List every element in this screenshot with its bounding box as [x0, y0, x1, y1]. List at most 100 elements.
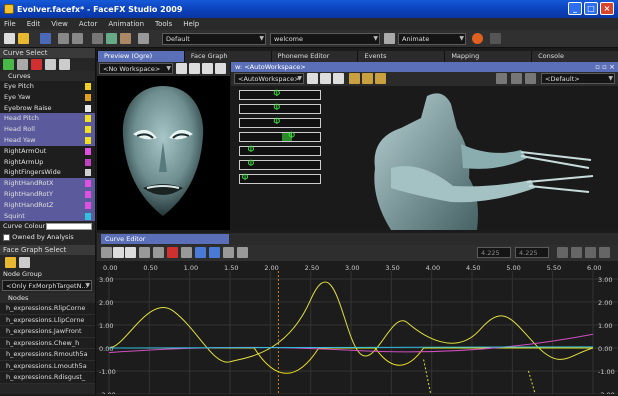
- open-folder-icon[interactable]: [18, 33, 29, 44]
- copy-icon[interactable]: [45, 59, 56, 70]
- menu-file[interactable]: File: [4, 20, 16, 28]
- preview-tool-icon[interactable]: [176, 63, 187, 74]
- tab-face-graph[interactable]: Face Graph: [183, 51, 271, 62]
- workspace-tool-icon[interactable]: [307, 73, 318, 84]
- slider-knob[interactable]: Φ: [241, 173, 248, 183]
- time-field-2[interactable]: 4.225: [515, 247, 549, 258]
- toolbar-icon[interactable]: [120, 33, 131, 44]
- record-icon[interactable]: [472, 33, 483, 44]
- toolbar-icon[interactable]: [92, 33, 103, 44]
- curve-item[interactable]: Squint: [0, 210, 95, 221]
- node-item[interactable]: h_expressions.Lmouth5a: [0, 360, 95, 372]
- workspace-tool-icon[interactable]: [511, 73, 522, 84]
- workspace-slider[interactable]: Φ: [239, 131, 321, 142]
- curve-tool-icon[interactable]: [585, 247, 596, 258]
- maximize-button[interactable]: □: [584, 2, 598, 15]
- curve-tool-icon[interactable]: [599, 247, 610, 258]
- toolbar-icon[interactable]: [490, 33, 501, 44]
- curve-graph-canvas[interactable]: 0.00 0.50 1.00 1.50 2.00 2.50 3.00 3.50 4.00 4.50…: [97, 261, 618, 396]
- curve-tool-icon[interactable]: [139, 247, 150, 258]
- node-item[interactable]: h_expressions.LlipCorne: [0, 314, 95, 326]
- workspace-tool-icon[interactable]: [362, 73, 373, 84]
- menu-edit[interactable]: Edit: [27, 20, 41, 28]
- tab-phoneme-editor[interactable]: Phoneme Editor: [270, 51, 358, 62]
- slider-knob[interactable]: Φ: [247, 159, 254, 169]
- curve-item[interactable]: Head Pitch: [0, 113, 95, 125]
- new-file-icon[interactable]: [4, 33, 15, 44]
- play-icon[interactable]: [384, 33, 395, 44]
- tab-console[interactable]: Console: [531, 51, 618, 62]
- curve-tool-icon[interactable]: [195, 247, 206, 258]
- curve-tool-icon[interactable]: [113, 247, 124, 258]
- menu-tools[interactable]: Tools: [155, 20, 172, 28]
- preview-workspace-combo[interactable]: <No Workspace> ▼: [99, 63, 173, 74]
- workspace-slider[interactable]: Φ: [239, 145, 321, 156]
- slider-knob[interactable]: Φ: [273, 89, 280, 99]
- add-icon[interactable]: [3, 59, 14, 70]
- owned-by-analysis-checkbox[interactable]: [3, 233, 10, 241]
- preview-viewport[interactable]: <No Workspace> ▼: [97, 62, 230, 230]
- curve-item[interactable]: RightFingersWide: [0, 167, 95, 178]
- delete-icon[interactable]: [31, 59, 42, 70]
- preview-tool-icon[interactable]: [202, 63, 213, 74]
- workspace-slider[interactable]: Φ: [239, 89, 321, 100]
- menu-actor[interactable]: Actor: [79, 20, 97, 28]
- curve-tool-icon[interactable]: [571, 247, 582, 258]
- curve-tool-icon[interactable]: [125, 247, 136, 258]
- node-item[interactable]: h_expressions.RlipCorne: [0, 303, 95, 315]
- workspace-default-combo[interactable]: <Default> ▼: [541, 73, 615, 84]
- workspace-slider[interactable]: Φ: [239, 103, 321, 114]
- tab-preview[interactable]: Preview (Ogre): [97, 51, 184, 62]
- workspace-tool-icon[interactable]: [525, 73, 536, 84]
- title-bar[interactable]: Evolver.facefx* - FaceFX Studio 2009 _ □…: [0, 0, 618, 18]
- curve-tool-icon[interactable]: [101, 247, 112, 258]
- menu-view[interactable]: View: [51, 20, 68, 28]
- paste-icon[interactable]: [59, 59, 70, 70]
- toolbar-icon[interactable]: [106, 33, 117, 44]
- workspace-slider[interactable]: Φ: [239, 173, 321, 184]
- curve-tool-icon[interactable]: [557, 247, 568, 258]
- preview-tool-icon[interactable]: [189, 63, 200, 74]
- workspace-slider[interactable]: Φ: [239, 159, 321, 170]
- curve-tool-icon[interactable]: [237, 247, 248, 258]
- menu-animation[interactable]: Animation: [108, 20, 144, 28]
- workspace-tool-icon[interactable]: [333, 73, 344, 84]
- curve-graph[interactable]: 0.00 0.50 1.00 1.50 2.00 2.50 3.00 3.50 4.00 4.50…: [97, 261, 618, 396]
- workspace-window-controls[interactable]: ▫ ▫ ×: [595, 62, 615, 72]
- workspace-tool-icon[interactable]: [496, 73, 507, 84]
- curve-item[interactable]: Eye Pitch: [0, 81, 95, 92]
- folder-icon[interactable]: [5, 257, 16, 268]
- curve-tool-icon[interactable]: [209, 247, 220, 258]
- preview-tool-icon[interactable]: [215, 63, 226, 74]
- tab-mapping[interactable]: Mapping: [444, 51, 531, 62]
- curve-item[interactable]: RightHandRotZ: [0, 199, 95, 211]
- curve-item[interactable]: Head Roll: [0, 124, 95, 135]
- workspace-tool-icon[interactable]: [349, 73, 360, 84]
- tab-curve-editor[interactable]: Curve Editor: [101, 234, 229, 244]
- undo-icon[interactable]: [58, 33, 69, 44]
- curve-tool-icon[interactable]: [223, 247, 234, 258]
- curve-tool-icon[interactable]: [181, 247, 192, 258]
- node-item[interactable]: h_expressions.Rdisgust_: [0, 372, 95, 384]
- redo-icon[interactable]: [72, 33, 83, 44]
- close-button[interactable]: ×: [600, 2, 614, 15]
- time-field-1[interactable]: 4.225: [477, 247, 511, 258]
- node-item[interactable]: h_expressions.Rmouth5a: [0, 349, 95, 361]
- curve-item[interactable]: Head Yaw: [0, 134, 95, 146]
- curve-tool-icon[interactable]: [167, 247, 178, 258]
- workspace-combo[interactable]: <AutoWorkspace> ▼: [234, 73, 304, 84]
- slider-knob[interactable]: Φ: [273, 117, 280, 127]
- curve-item[interactable]: RightArmUp: [0, 157, 95, 168]
- animation-combo[interactable]: welcome ▼: [270, 33, 380, 45]
- colour-picker[interactable]: [46, 223, 92, 230]
- workspace-tool-icon[interactable]: [320, 73, 331, 84]
- copy-icon[interactable]: [19, 257, 30, 268]
- menu-help[interactable]: Help: [183, 20, 199, 28]
- tab-events[interactable]: Events: [357, 51, 444, 62]
- slider-knob[interactable]: Φ: [288, 131, 295, 141]
- curve-item[interactable]: RightHandRotY: [0, 188, 95, 200]
- slider-knob[interactable]: Φ: [273, 103, 280, 113]
- workspace-tool-icon[interactable]: [375, 73, 386, 84]
- curve-item[interactable]: Eye Yaw: [0, 92, 95, 103]
- slider-knob[interactable]: Φ: [247, 145, 254, 155]
